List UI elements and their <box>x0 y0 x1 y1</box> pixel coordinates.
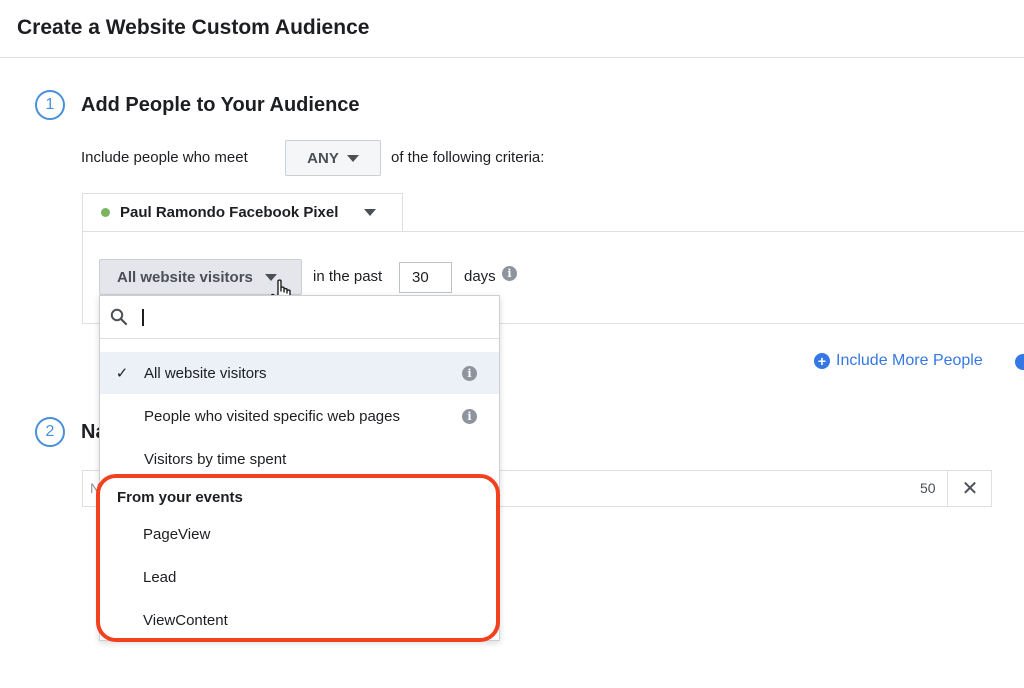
page-title: Create a Website Custom Audience <box>17 16 370 39</box>
include-prefix-text: Include people who meet <box>81 149 248 166</box>
caret-down-icon <box>346 154 359 162</box>
checkmark-icon: ✓ <box>115 365 129 382</box>
search-icon <box>110 308 128 326</box>
match-any-select[interactable]: ANY <box>285 140 381 176</box>
visitor-type-dropdown: ✓ All website visitors i People who visi… <box>99 295 500 641</box>
step-2-number: 2 <box>35 417 65 447</box>
step-1-title: Add People to Your Audience <box>81 94 360 116</box>
include-suffix-text: of the following criteria: <box>391 149 545 166</box>
dropdown-search[interactable] <box>100 296 499 339</box>
dropdown-event-pageview[interactable]: PageView <box>143 526 210 543</box>
in-the-past-label: in the past <box>313 268 383 285</box>
dropdown-event-viewcontent[interactable]: ViewContent <box>143 612 228 629</box>
caret-down-icon <box>364 209 377 216</box>
dropdown-item-label: All website visitors <box>144 364 267 382</box>
dropdown-item-label: People who visited specific web pages <box>144 407 400 425</box>
step-1-number: 1 <box>35 90 65 120</box>
match-any-label: ANY <box>307 149 339 167</box>
include-more-people-button[interactable]: + Include More People <box>814 352 983 370</box>
info-icon[interactable]: i <box>502 266 517 281</box>
dropdown-item-specific-pages[interactable]: People who visited specific web pages i <box>100 395 499 437</box>
page-header: Create a Website Custom Audience <box>0 0 1024 58</box>
exclude-circle-icon[interactable] <box>1015 354 1024 370</box>
include-more-label: Include More People <box>836 352 983 369</box>
days-input[interactable]: 30 <box>399 262 452 293</box>
plus-circle-icon: + <box>814 353 830 369</box>
pixel-select[interactable]: Paul Ramondo Facebook Pixel <box>82 193 403 231</box>
visitor-type-label: All website visitors <box>117 268 253 286</box>
info-icon[interactable]: i <box>462 365 477 381</box>
info-icon[interactable]: i <box>462 408 477 424</box>
clear-button[interactable]: ✕ <box>947 470 992 507</box>
pixel-name: Paul Ramondo Facebook Pixel <box>120 204 339 221</box>
events-group-label: From your events <box>117 489 243 506</box>
char-count: 50 <box>920 480 936 496</box>
dropdown-item-all-visitors[interactable]: ✓ All website visitors i <box>100 352 499 394</box>
text-caret <box>142 308 144 326</box>
days-label: days <box>464 268 496 285</box>
pixel-status-dot <box>101 208 110 217</box>
dropdown-item-label: Visitors by time spent <box>144 450 287 468</box>
dropdown-event-lead[interactable]: Lead <box>143 569 176 586</box>
dropdown-item-time-spent[interactable]: Visitors by time spent <box>100 438 499 480</box>
